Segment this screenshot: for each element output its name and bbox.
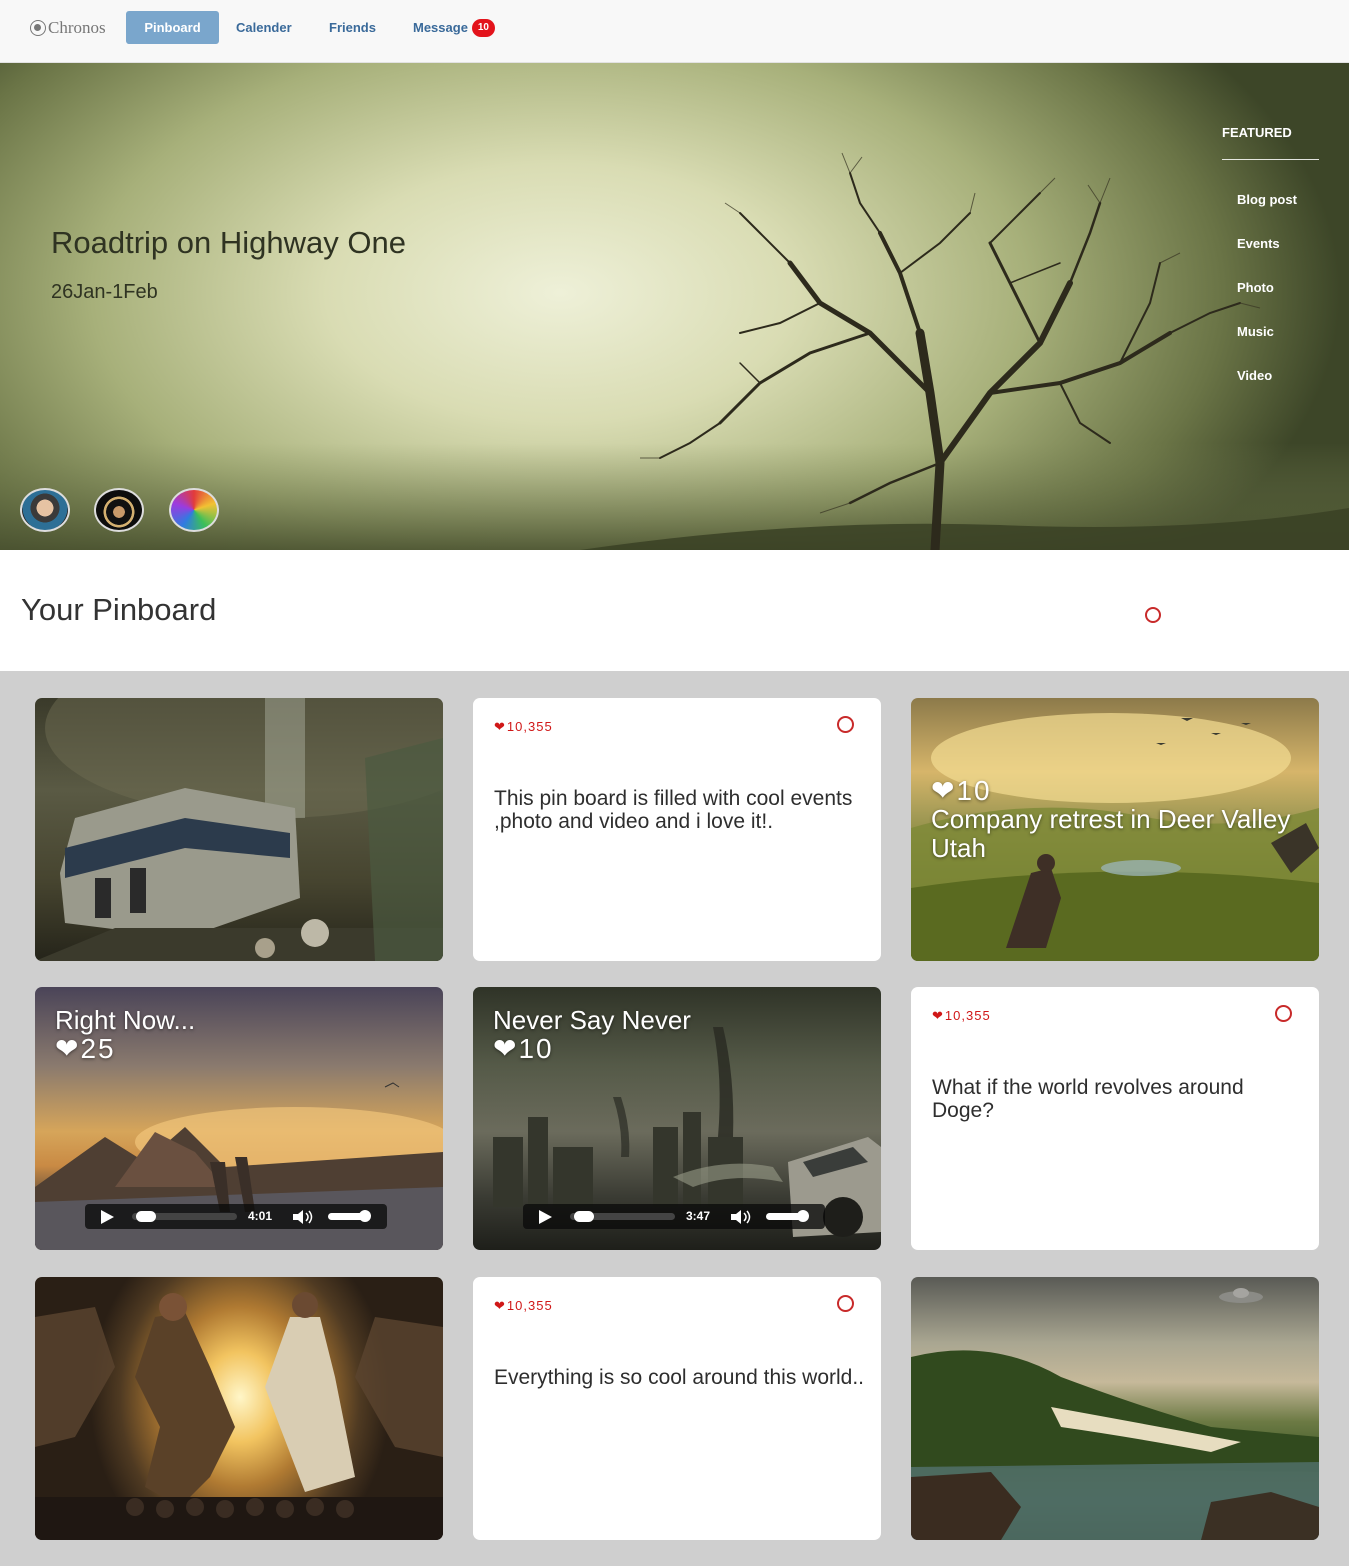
pin-text: This pin board is filled with cool event… [494, 787, 853, 833]
pin-card-text-3[interactable]: ❤10,355 Everything is so cool around thi… [473, 1277, 881, 1540]
like-count-value: 10,355 [944, 1008, 991, 1023]
nav-friends[interactable]: Friends [314, 11, 391, 44]
brand-name: Chronos [48, 18, 106, 37]
ring-icon[interactable] [1275, 1005, 1292, 1022]
overlay-like-value: 10 [956, 775, 992, 806]
hero-title: Roadtrip on Highway One [51, 225, 406, 260]
video-player-controls: 4:01 [85, 1204, 387, 1229]
ring-icon[interactable] [837, 716, 854, 733]
pin-card-text-2[interactable]: ❤10,355 What if the world revolves aroun… [911, 987, 1319, 1250]
featured-link-music[interactable]: Music [1237, 324, 1274, 339]
volume-handle[interactable] [359, 1210, 371, 1222]
featured-link-photo[interactable]: Photo [1237, 280, 1274, 295]
overlay-like-count[interactable]: ❤10 [493, 1032, 554, 1065]
nav-calender[interactable]: Calender [221, 11, 307, 44]
volume-icon[interactable] [731, 1210, 753, 1224]
pin-text: Everything is so cool around this world.… [494, 1366, 865, 1389]
pin-card-beach-photo[interactable] [911, 1277, 1319, 1540]
pin-card-subway-photo[interactable] [35, 698, 443, 961]
volume-icon[interactable] [293, 1210, 315, 1224]
featured-link-events[interactable]: Events [1237, 236, 1280, 251]
video-time: 4:01 [248, 1209, 273, 1223]
pin-card-text-1[interactable]: ❤10,355 This pin board is filled with co… [473, 698, 881, 961]
like-count[interactable]: ❤10,355 [494, 719, 553, 735]
top-navbar: Chronos Pinboard Calender Friends Messag… [0, 0, 1349, 63]
heart-icon: ❤ [932, 1008, 944, 1023]
progress-handle[interactable] [574, 1211, 594, 1222]
pin-card-video-never-say-never[interactable]: Never Say Never ❤10 3:47 [473, 987, 881, 1250]
heart-icon: ❤ [493, 1033, 519, 1064]
couple-photo-image [35, 1292, 443, 1540]
nav-message[interactable]: Message 10 [398, 11, 510, 44]
video-title: Right Now... [55, 1005, 196, 1035]
like-count-value: 10,355 [506, 719, 553, 734]
avatar-user-2[interactable] [94, 488, 144, 532]
avatar-user-1[interactable] [20, 488, 70, 532]
pinboard-header: Your Pinboard [0, 550, 1349, 671]
hero-date: 26Jan-1Feb [51, 281, 158, 303]
video-title: Never Say Never [493, 1005, 691, 1035]
video-time: 3:47 [686, 1209, 711, 1223]
pin-card-video-right-now[interactable]: Right Now... ❤25 4:01 [35, 987, 443, 1250]
featured-link-blog-post[interactable]: Blog post [1237, 192, 1297, 207]
beach-photo-image [911, 1288, 1319, 1540]
hero-background-image [0, 152, 1349, 550]
heart-icon: ❤ [494, 1298, 506, 1313]
progress-handle[interactable] [136, 1211, 156, 1222]
ring-icon[interactable] [1145, 607, 1161, 623]
subway-photo-image [35, 698, 443, 961]
play-icon[interactable] [539, 1210, 552, 1224]
ring-icon[interactable] [837, 1295, 854, 1312]
pin-card-couple-photo[interactable] [35, 1277, 443, 1540]
overlay-like-value: 10 [518, 1033, 554, 1064]
like-count-value: 10,355 [506, 1298, 553, 1313]
hero-banner: Roadtrip on Highway One 26Jan-1Feb FEATU… [0, 63, 1349, 550]
heart-icon: ❤ [931, 775, 957, 806]
featured-divider [1222, 159, 1319, 160]
brand-logo[interactable]: Chronos [30, 17, 106, 39]
volume-handle[interactable] [797, 1210, 809, 1222]
message-count-badge: 10 [471, 18, 495, 37]
overlay-like-count[interactable]: ❤10 [931, 774, 992, 807]
heart-icon: ❤ [494, 719, 506, 734]
pin-text: What if the world revolves around Doge? [932, 1076, 1244, 1122]
like-count[interactable]: ❤10,355 [932, 1008, 991, 1024]
avatar-user-3[interactable] [169, 488, 219, 532]
overlay-like-value: 25 [80, 1033, 116, 1064]
nav-pinboard[interactable]: Pinboard [126, 11, 219, 44]
pin-card-deer-valley[interactable]: ❤10 Company retrest in Deer Valley Utah [911, 698, 1319, 961]
pin-overlay-title: Company retrest in Deer Valley Utah [931, 804, 1291, 863]
video-player-controls: 3:47 [523, 1204, 825, 1229]
chronos-logo-icon [30, 20, 46, 36]
overlay-like-count[interactable]: ❤25 [55, 1032, 116, 1065]
nav-message-label: Message [413, 20, 468, 35]
play-icon[interactable] [101, 1210, 114, 1224]
heart-icon: ❤ [55, 1033, 81, 1064]
like-count[interactable]: ❤10,355 [494, 1298, 553, 1314]
featured-heading: FEATURED [1222, 125, 1292, 140]
pinboard-title: Your Pinboard [21, 592, 217, 627]
featured-link-video[interactable]: Video [1237, 368, 1272, 383]
